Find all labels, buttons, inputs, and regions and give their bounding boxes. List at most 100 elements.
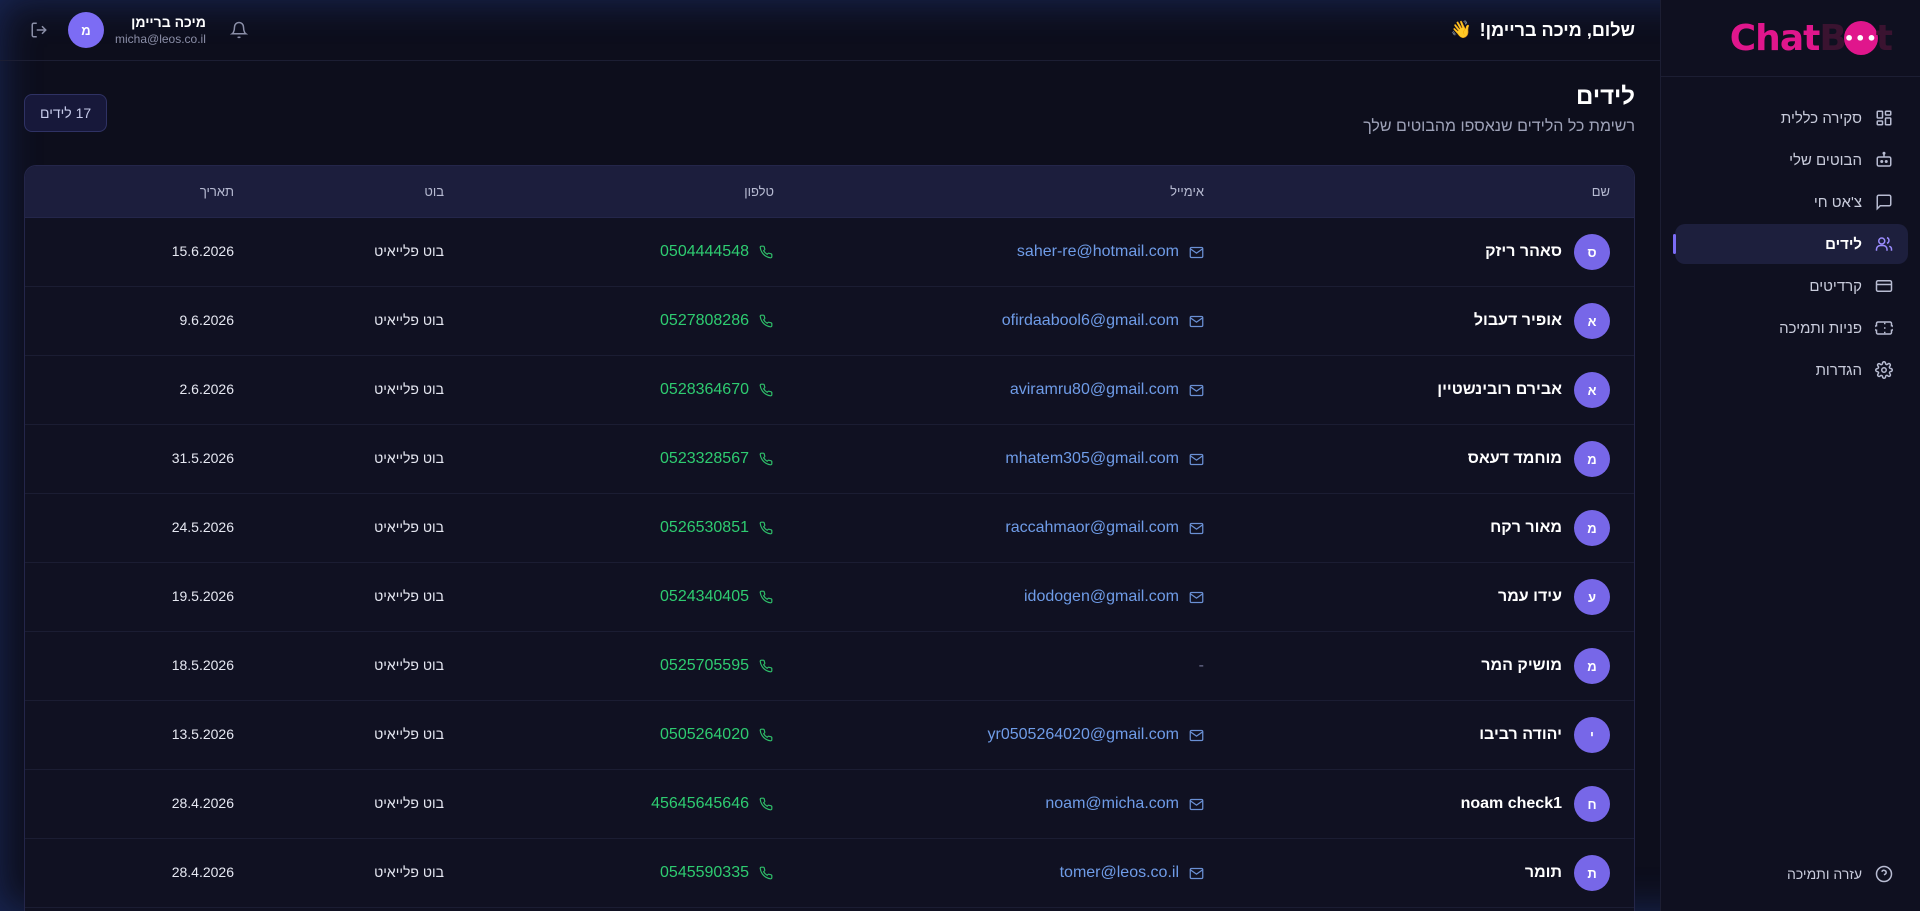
lead-email[interactable]: mhatem305@gmail.com bbox=[1005, 450, 1179, 468]
lead-phone[interactable]: 0528364670 bbox=[660, 381, 749, 399]
lead-bot: בוט פלייאיט bbox=[374, 243, 444, 259]
lead-phone-cell: 0526530851 bbox=[444, 519, 774, 537]
greeting: שלום, מיכה בריימן! 👋 bbox=[1450, 20, 1635, 41]
lead-date: 19.5.2026 bbox=[171, 588, 234, 604]
lead-phone[interactable]: 0504444548 bbox=[660, 243, 749, 261]
table-row[interactable]: ת תומר tomer@leos.co.il 0545590335 בוט פ… bbox=[25, 839, 1634, 908]
lead-email[interactable]: yr0505264020@gmail.com bbox=[988, 726, 1179, 744]
lead-name: אופיר דעבול bbox=[1473, 312, 1562, 329]
sidebar-item-leads[interactable]: לידים bbox=[1673, 224, 1908, 264]
lead-email-cell: aviramru80@gmail.com bbox=[774, 381, 1204, 399]
lead-name-cell: ח noam check1 bbox=[1204, 786, 1634, 822]
lead-bot-cell: בוט פלייאיט bbox=[234, 588, 444, 606]
lead-avatar: ת bbox=[1574, 855, 1610, 891]
lead-email-cell: tomer@leos.co.il bbox=[774, 864, 1204, 882]
lead-avatar: א bbox=[1574, 372, 1610, 408]
lead-name: יהודה רביבו bbox=[1479, 726, 1562, 743]
lead-avatar: ס bbox=[1574, 234, 1610, 270]
lead-date-cell: 31.5.2026 bbox=[25, 450, 234, 468]
mail-icon bbox=[1188, 589, 1204, 605]
logo-area: Chat B ••• t bbox=[1661, 0, 1920, 77]
lead-phone[interactable]: 0527808286 bbox=[660, 312, 749, 330]
lead-email[interactable]: tomer@leos.co.il bbox=[1060, 864, 1179, 882]
lead-bot-cell: בוט פלייאיט bbox=[234, 657, 444, 675]
lead-date-cell: 28.4.2026 bbox=[25, 795, 234, 813]
mail-icon bbox=[1188, 865, 1204, 881]
lead-bot-cell: בוט פלייאיט bbox=[234, 450, 444, 468]
logout-icon[interactable] bbox=[28, 19, 50, 41]
lead-phone[interactable]: 0525705595 bbox=[660, 657, 749, 675]
lead-name-cell: ע עידו עמר bbox=[1204, 579, 1634, 615]
lead-bot: בוט פלייאיט bbox=[374, 519, 444, 535]
column-header-phone[interactable]: טלפון bbox=[444, 184, 774, 199]
lead-avatar: מ bbox=[1574, 648, 1610, 684]
top-header: שלום, מיכה בריימן! 👋 מ מיכה בריימן micha… bbox=[0, 0, 1660, 61]
column-header-email[interactable]: אימייל bbox=[774, 184, 1204, 199]
lead-email[interactable]: ofirdaabool6@gmail.com bbox=[1002, 312, 1179, 330]
lead-phone[interactable]: 0524340405 bbox=[660, 588, 749, 606]
lead-phone[interactable]: 45645645646 bbox=[651, 795, 749, 813]
table-row[interactable]: י יהודה רביבו yr0505264020@gmail.com 050… bbox=[25, 701, 1634, 770]
user-email: micha@leos.co.il bbox=[115, 32, 206, 46]
phone-icon bbox=[758, 658, 774, 674]
help-label: עזרה ותמיכה bbox=[1786, 866, 1862, 882]
lead-phone[interactable]: 0505264020 bbox=[660, 726, 749, 744]
lead-date: 15.6.2026 bbox=[171, 243, 234, 259]
lead-bot-cell: בוט פלייאיט bbox=[234, 726, 444, 744]
lead-email[interactable]: aviramru80@gmail.com bbox=[1010, 381, 1179, 399]
lead-name: עידו עמר bbox=[1497, 588, 1562, 605]
table-row[interactable]: ס סאהר ריזק saher-re@hotmail.com 0504444… bbox=[25, 218, 1634, 287]
bell-icon[interactable] bbox=[228, 19, 250, 41]
table-row[interactable]: מ מוחמד דעאס mhatem305@gmail.com 0523328… bbox=[25, 425, 1634, 494]
lead-date: 31.5.2026 bbox=[171, 450, 234, 466]
greeting-text: שלום, מיכה בריימן! bbox=[1479, 19, 1635, 40]
mail-icon bbox=[1188, 382, 1204, 398]
lead-date: 28.4.2026 bbox=[171, 795, 234, 811]
logo-text-chat: Chat bbox=[1729, 17, 1821, 59]
chatbot-logo[interactable]: Chat B ••• t bbox=[1729, 17, 1893, 59]
lead-bot: בוט פלייאיט bbox=[374, 726, 444, 742]
lead-bot-cell: בוט פלייאיט bbox=[234, 381, 444, 399]
lead-phone-cell: 0528364670 bbox=[444, 381, 774, 399]
phone-icon bbox=[758, 589, 774, 605]
logo-text-b: B bbox=[1819, 17, 1846, 59]
table-row[interactable]: א אופיר דעבול ofirdaabool6@gmail.com 052… bbox=[25, 287, 1634, 356]
credit-card-icon bbox=[1874, 276, 1894, 296]
column-header-bot[interactable]: בוט bbox=[234, 184, 444, 199]
user-avatar[interactable]: מ bbox=[68, 12, 104, 48]
page-title: לידים bbox=[1576, 83, 1635, 110]
lead-date-cell: 18.5.2026 bbox=[25, 657, 234, 675]
lead-email[interactable]: noam@micha.com bbox=[1045, 795, 1179, 813]
table-row[interactable]: מ מושיק המר - 0525705595 בוט פלייאיט 18.… bbox=[25, 632, 1634, 701]
table-row[interactable]: ע עידו עמר idodogen@gmail.com 0524340405… bbox=[25, 563, 1634, 632]
lead-avatar: מ bbox=[1574, 510, 1610, 546]
mail-icon bbox=[1188, 796, 1204, 812]
sidebar-item-label: הבוטים שלי bbox=[1789, 151, 1862, 169]
column-header-date[interactable]: תאריך bbox=[25, 184, 234, 199]
lead-phone[interactable]: 0545590335 bbox=[660, 864, 749, 882]
lead-email[interactable]: idodogen@gmail.com bbox=[1024, 588, 1179, 606]
table-row[interactable]: מ מאור רקח raccahmaor@gmail.com 05265308… bbox=[25, 494, 1634, 563]
lead-date-cell: 13.5.2026 bbox=[25, 726, 234, 744]
lead-name-cell: א אבירם רובינשטיין bbox=[1204, 372, 1634, 408]
sidebar-item-my-bots[interactable]: הבוטים שלי bbox=[1675, 140, 1908, 180]
sidebar-item-live-chat[interactable]: צ'אט חי bbox=[1675, 182, 1908, 222]
help-support-link[interactable]: עזרה ותמיכה bbox=[1675, 859, 1908, 889]
user-name: מיכה בריימן bbox=[131, 14, 206, 30]
lead-email[interactable]: raccahmaor@gmail.com bbox=[1005, 519, 1179, 537]
table-row[interactable]: ח noam check1 noam@micha.com 45645645646… bbox=[25, 770, 1634, 839]
lead-phone[interactable]: 0526530851 bbox=[660, 519, 749, 537]
sidebar-item-support-tickets[interactable]: פניות ותמיכה bbox=[1675, 308, 1908, 348]
lead-bot: בוט פלייאיט bbox=[374, 657, 444, 673]
page-title-block: לידים רשימת כל הלידים שנאספו מהבוטים שלך bbox=[1363, 82, 1635, 138]
sidebar-item-credits[interactable]: קרדיטים bbox=[1675, 266, 1908, 306]
lead-phone[interactable]: 0523328567 bbox=[660, 450, 749, 468]
column-header-name[interactable]: שם bbox=[1204, 184, 1634, 199]
lead-email[interactable]: saher-re@hotmail.com bbox=[1017, 243, 1179, 261]
lead-email-cell: mhatem305@gmail.com bbox=[774, 450, 1204, 468]
table-row[interactable]: א אבירם רובינשטיין aviramru80@gmail.com … bbox=[25, 356, 1634, 425]
lead-bot: בוט פלייאיט bbox=[374, 864, 444, 880]
lead-email-cell: noam@micha.com bbox=[774, 795, 1204, 813]
sidebar-item-overview[interactable]: סקירה כללית bbox=[1675, 98, 1908, 138]
sidebar-item-settings[interactable]: הגדרות bbox=[1675, 350, 1908, 390]
